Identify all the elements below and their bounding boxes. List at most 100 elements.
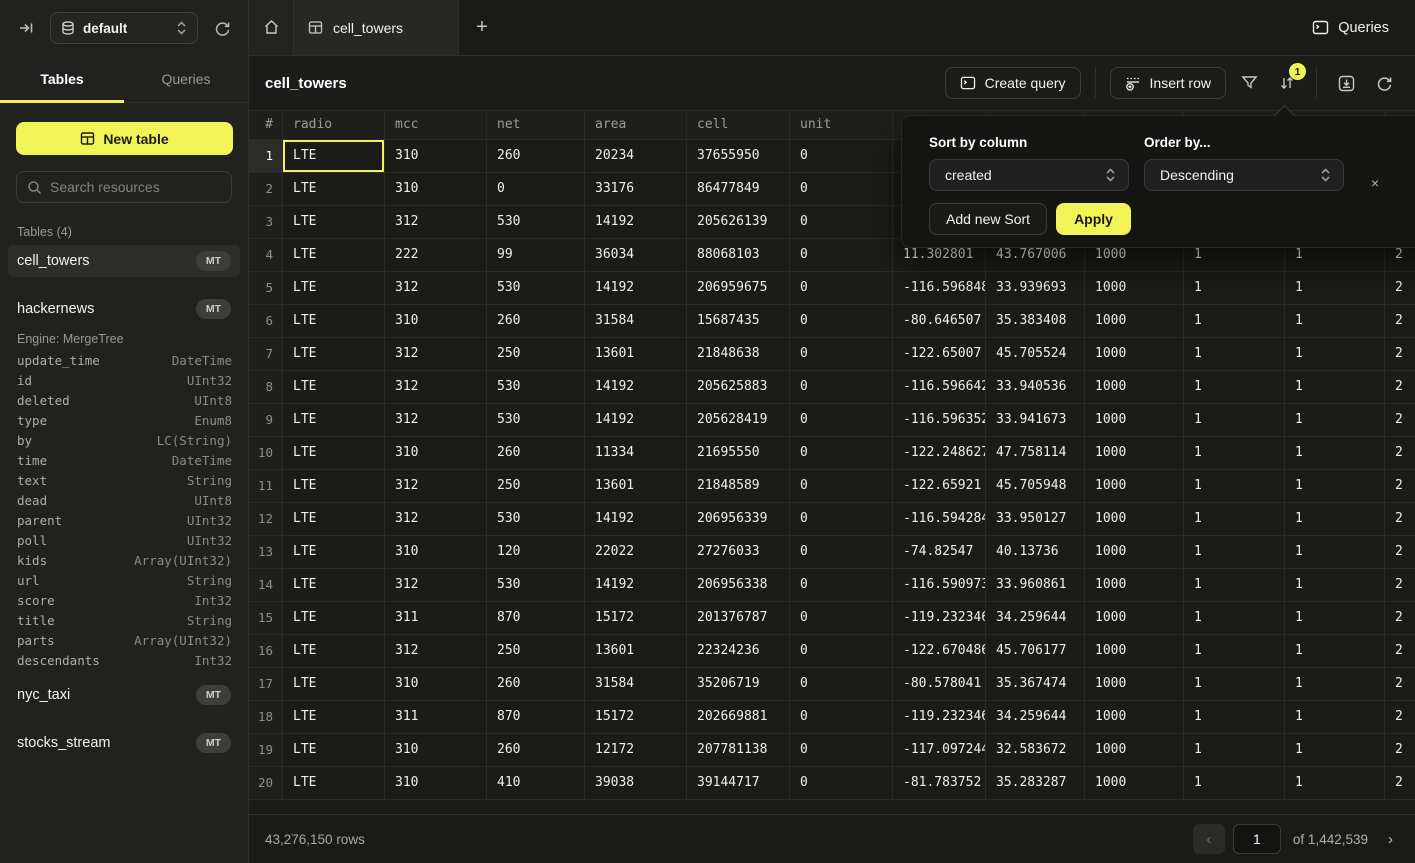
table-cell[interactable]: 1 (1285, 668, 1385, 701)
home-button[interactable] (249, 0, 294, 55)
table-cell[interactable]: 1 (1184, 701, 1285, 734)
queries-button[interactable]: Queries (1286, 0, 1415, 55)
table-cell[interactable]: -122.670486 (893, 635, 986, 668)
table-cell[interactable]: 1 (1184, 635, 1285, 668)
sidebar-tab-queries[interactable]: Queries (124, 56, 248, 102)
table-cell[interactable]: 20234 (585, 140, 687, 173)
table-cell[interactable]: LTE (283, 734, 385, 767)
table-cell[interactable]: 310 (385, 305, 487, 338)
table-cell[interactable]: -74.82547 (893, 536, 986, 569)
table-cell[interactable]: 21848589 (687, 470, 790, 503)
table-cell[interactable]: 0 (790, 206, 893, 239)
table-cell[interactable]: 1 (1184, 767, 1285, 800)
collapse-sidebar-button[interactable] (12, 14, 40, 42)
column-header-cell[interactable]: cell (687, 111, 790, 140)
row-number-cell[interactable]: 1 (249, 140, 283, 173)
column-header-row-number[interactable]: # (249, 111, 283, 140)
table-cell[interactable]: 33176 (585, 173, 687, 206)
row-number-cell[interactable]: 18 (249, 701, 283, 734)
table-cell[interactable]: 14192 (585, 569, 687, 602)
table-cell[interactable]: -122.65921 (893, 470, 986, 503)
refresh-table-button[interactable] (1369, 68, 1399, 98)
table-cell[interactable]: 1000 (1085, 602, 1184, 635)
table-cell[interactable]: 2 (1385, 437, 1415, 470)
table-cell[interactable]: 1000 (1085, 470, 1184, 503)
row-number-cell[interactable]: 19 (249, 734, 283, 767)
table-cell[interactable]: 206956339 (687, 503, 790, 536)
table-cell[interactable]: 1000 (1085, 338, 1184, 371)
table-cell[interactable]: 0 (790, 470, 893, 503)
table-cell[interactable]: 99 (487, 239, 585, 272)
table-cell[interactable]: 310 (385, 173, 487, 206)
table-cell[interactable]: 14192 (585, 503, 687, 536)
table-cell[interactable]: 36034 (585, 239, 687, 272)
table-cell[interactable]: 1 (1285, 272, 1385, 305)
table-cell[interactable]: 37655950 (687, 140, 790, 173)
table-cell[interactable]: 312 (385, 206, 487, 239)
search-input[interactable] (50, 179, 231, 195)
insert-row-button[interactable]: Insert row (1110, 67, 1226, 99)
table-cell[interactable]: -122.65007 (893, 338, 986, 371)
table-cell[interactable]: 0 (790, 635, 893, 668)
table-cell[interactable]: 2 (1385, 338, 1415, 371)
table-cell[interactable]: 86477849 (687, 173, 790, 206)
table-cell[interactable]: 222 (385, 239, 487, 272)
table-cell[interactable]: 120 (487, 536, 585, 569)
table-cell[interactable]: 0 (790, 767, 893, 800)
table-cell[interactable]: 2 (1385, 371, 1415, 404)
page-number-input[interactable] (1233, 824, 1281, 854)
sort-button[interactable]: 1 (1272, 68, 1302, 98)
table-cell[interactable]: 14192 (585, 404, 687, 437)
table-cell[interactable]: 0 (487, 173, 585, 206)
table-cell[interactable]: 310 (385, 767, 487, 800)
table-cell[interactable]: 260 (487, 734, 585, 767)
table-cell[interactable]: 22022 (585, 536, 687, 569)
table-cell[interactable]: 312 (385, 371, 487, 404)
table-cell[interactable]: 1000 (1085, 305, 1184, 338)
database-selector[interactable]: default (50, 12, 198, 44)
table-cell[interactable]: 0 (790, 305, 893, 338)
table-cell[interactable]: 15172 (585, 701, 687, 734)
table-cell[interactable]: 1 (1285, 602, 1385, 635)
table-cell[interactable]: 2 (1385, 668, 1415, 701)
table-cell[interactable]: LTE (283, 404, 385, 437)
table-cell[interactable]: 45.705948 (986, 470, 1085, 503)
table-cell[interactable]: 40.13736 (986, 536, 1085, 569)
table-cell[interactable]: 530 (487, 569, 585, 602)
table-cell[interactable]: 870 (487, 701, 585, 734)
table-cell[interactable]: 2 (1385, 272, 1415, 305)
table-cell[interactable]: 45.705524 (986, 338, 1085, 371)
table-cell[interactable]: -116.596848 (893, 272, 986, 305)
table-cell[interactable]: -122.248627 (893, 437, 986, 470)
table-cell[interactable]: -116.590973 (893, 569, 986, 602)
table-cell[interactable]: 2 (1385, 635, 1415, 668)
table-cell[interactable]: 2 (1385, 569, 1415, 602)
column-header-mcc[interactable]: mcc (385, 111, 487, 140)
table-cell[interactable]: 0 (790, 536, 893, 569)
table-cell[interactable]: 14192 (585, 272, 687, 305)
table-cell[interactable]: 202669881 (687, 701, 790, 734)
table-cell[interactable]: 1 (1285, 404, 1385, 437)
previous-page-button[interactable]: ‹ (1193, 824, 1225, 854)
table-cell[interactable]: LTE (283, 536, 385, 569)
table-cell[interactable]: LTE (283, 173, 385, 206)
table-cell[interactable]: 0 (790, 569, 893, 602)
row-number-cell[interactable]: 13 (249, 536, 283, 569)
table-cell[interactable]: 310 (385, 140, 487, 173)
add-new-sort-button[interactable]: Add new Sort (929, 203, 1047, 235)
sidebar-tab-tables[interactable]: Tables (0, 56, 124, 102)
row-number-cell[interactable]: 2 (249, 173, 283, 206)
table-cell[interactable]: 15687435 (687, 305, 790, 338)
table-cell[interactable]: 0 (790, 404, 893, 437)
table-cell[interactable]: LTE (283, 668, 385, 701)
table-cell[interactable]: 0 (790, 140, 893, 173)
column-header-area[interactable]: area (585, 111, 687, 140)
table-cell[interactable]: 45.706177 (986, 635, 1085, 668)
row-number-cell[interactable]: 10 (249, 437, 283, 470)
table-cell[interactable]: 35.383408 (986, 305, 1085, 338)
table-cell[interactable]: 0 (790, 503, 893, 536)
table-cell[interactable]: 312 (385, 635, 487, 668)
table-cell[interactable]: 260 (487, 140, 585, 173)
table-cell[interactable]: -116.596642 (893, 371, 986, 404)
table-cell[interactable]: 1000 (1085, 404, 1184, 437)
